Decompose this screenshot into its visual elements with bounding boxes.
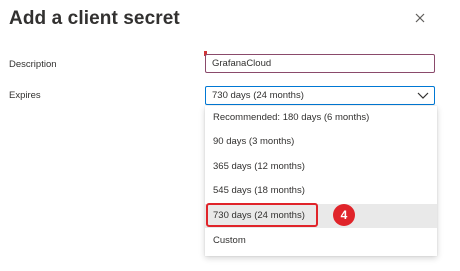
expires-select[interactable]: 730 days (24 months)	[205, 86, 435, 105]
dropdown-option[interactable]: Custom	[205, 229, 437, 253]
dropdown-option[interactable]: 90 days (3 months)	[205, 130, 437, 154]
dropdown-option-selected[interactable]: 730 days (24 months)	[205, 204, 437, 228]
description-label: Description	[9, 59, 57, 70]
dropdown-option[interactable]: Recommended: 180 days (6 months)	[205, 106, 437, 130]
panel-title: Add a client secret	[9, 8, 180, 29]
chevron-down-icon	[417, 91, 429, 100]
dropdown-option[interactable]: 365 days (12 months)	[205, 155, 437, 179]
description-input[interactable]: GrafanaCloud	[205, 54, 435, 73]
close-icon[interactable]	[412, 10, 428, 26]
expires-selected-value: 730 days (24 months)	[212, 90, 304, 101]
step-badge: 4	[333, 204, 355, 226]
dropdown-option[interactable]: 545 days (18 months)	[205, 179, 437, 203]
expires-dropdown-list: Recommended: 180 days (6 months) 90 days…	[205, 106, 437, 256]
add-client-secret-panel: Add a client secret Description GrafanaC…	[0, 0, 460, 271]
expires-label: Expires	[9, 90, 41, 101]
